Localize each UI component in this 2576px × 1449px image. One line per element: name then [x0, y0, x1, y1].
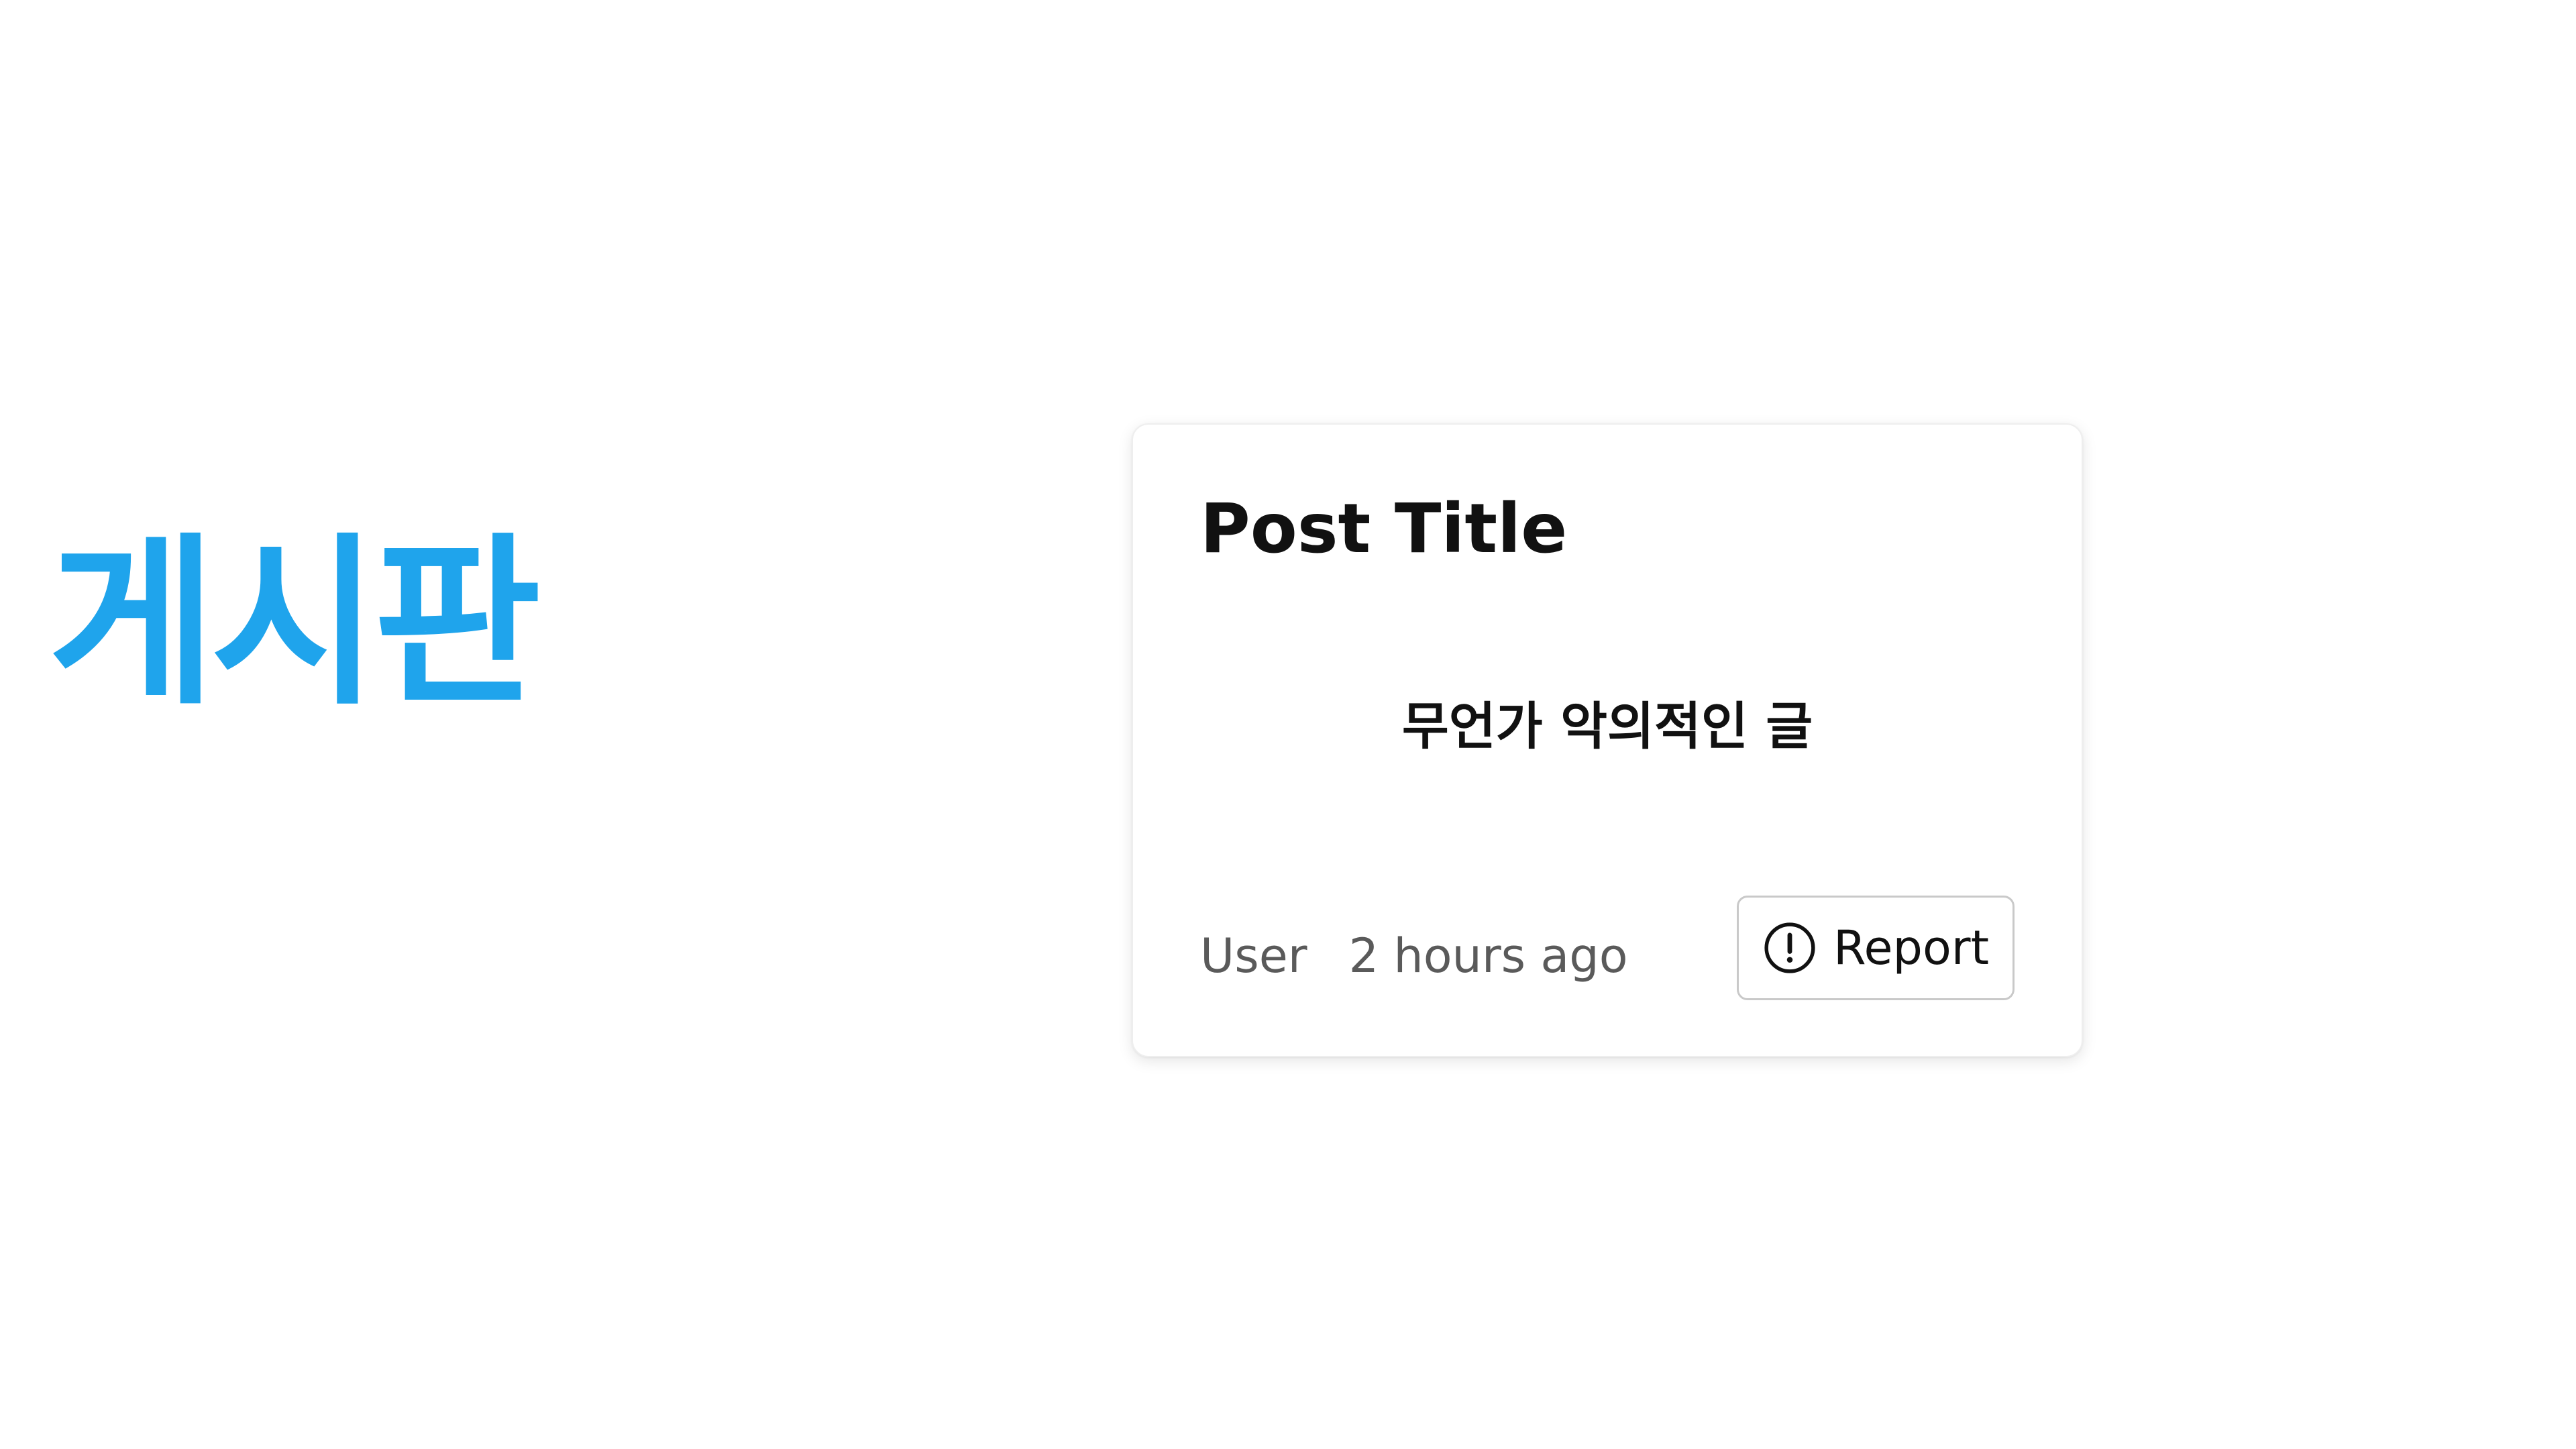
post-meta: User 2 hours ago [1200, 922, 1628, 989]
board-page: 게시판 Post Title 무언가 악의적인 글 User 2 hours a… [0, 0, 2576, 1449]
post-title: Post Title [1200, 489, 1568, 569]
post-timestamp: 2 hours ago [1348, 928, 1628, 983]
report-label: Report [1833, 920, 1990, 975]
post-card: Post Title 무언가 악의적인 글 User 2 hours ago R… [1132, 423, 2083, 1057]
report-button[interactable]: Report [1737, 896, 2015, 1000]
board-title: 게시판 [48, 518, 541, 730]
post-author: User [1200, 928, 1307, 983]
post-body: 무언가 악의적인 글 [1401, 696, 1813, 756]
alert-circle-icon [1764, 922, 1815, 973]
